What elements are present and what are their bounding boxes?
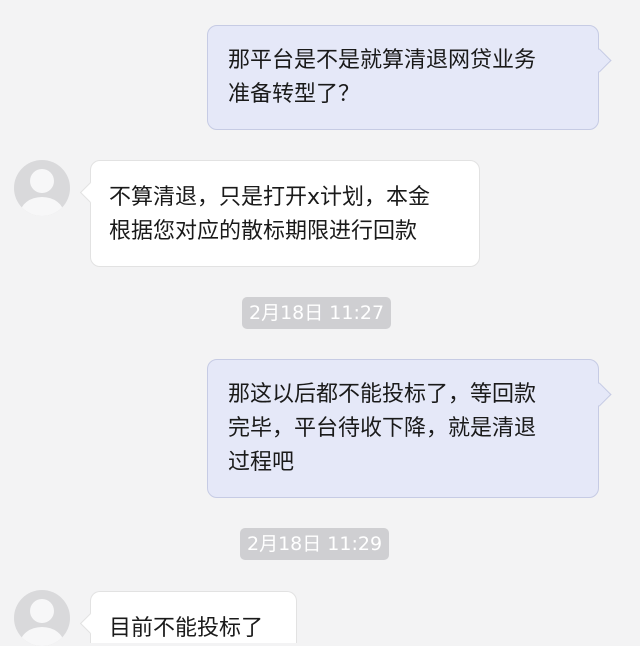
message-text: 那这以后都不能投标了，等回款 完毕，平台待收下降，就是清退 过程吧 bbox=[228, 382, 537, 475]
message-bubble-outgoing[interactable]: 那平台是不是就算清退网贷业务 准备转型了？ bbox=[207, 25, 612, 130]
contact-avatar-icon[interactable] bbox=[14, 590, 70, 646]
message-bubble-incoming[interactable]: 不算清退，只是打开x计划，本金 根据您对应的散标期限进行回款 bbox=[79, 160, 480, 267]
bubble-tail bbox=[587, 48, 612, 73]
message-text: 那平台是不是就算清退网贷业务 准备转型了？ bbox=[228, 48, 537, 107]
avatar-shoulders-shape bbox=[20, 627, 64, 646]
message-bubble-incoming[interactable]: 目前不能投标了 bbox=[79, 591, 297, 643]
avatar-shoulders-shape bbox=[20, 197, 64, 216]
message-text: 不算清退，只是打开x计划，本金 根据您对应的散标期限进行回款 bbox=[109, 185, 431, 244]
message-timestamp: 2月18日 11:29 bbox=[240, 528, 390, 560]
avatar-head-shape bbox=[30, 169, 54, 193]
avatar-head-shape bbox=[30, 599, 54, 623]
contact-avatar-icon[interactable] bbox=[14, 160, 70, 216]
bubble-tail bbox=[79, 612, 102, 635]
message-timestamp: 2月18日 11:27 bbox=[242, 297, 392, 329]
bubble-tail bbox=[79, 181, 102, 204]
bubble-tail bbox=[587, 382, 612, 407]
message-text: 目前不能投标了 bbox=[109, 616, 264, 641]
chat-thread: 那平台是不是就算清退网贷业务 准备转型了？ 不算清退，只是打开x计划，本金 根据… bbox=[0, 0, 640, 646]
message-bubble-outgoing[interactable]: 那这以后都不能投标了，等回款 完毕，平台待收下降，就是清退 过程吧 bbox=[207, 359, 612, 498]
